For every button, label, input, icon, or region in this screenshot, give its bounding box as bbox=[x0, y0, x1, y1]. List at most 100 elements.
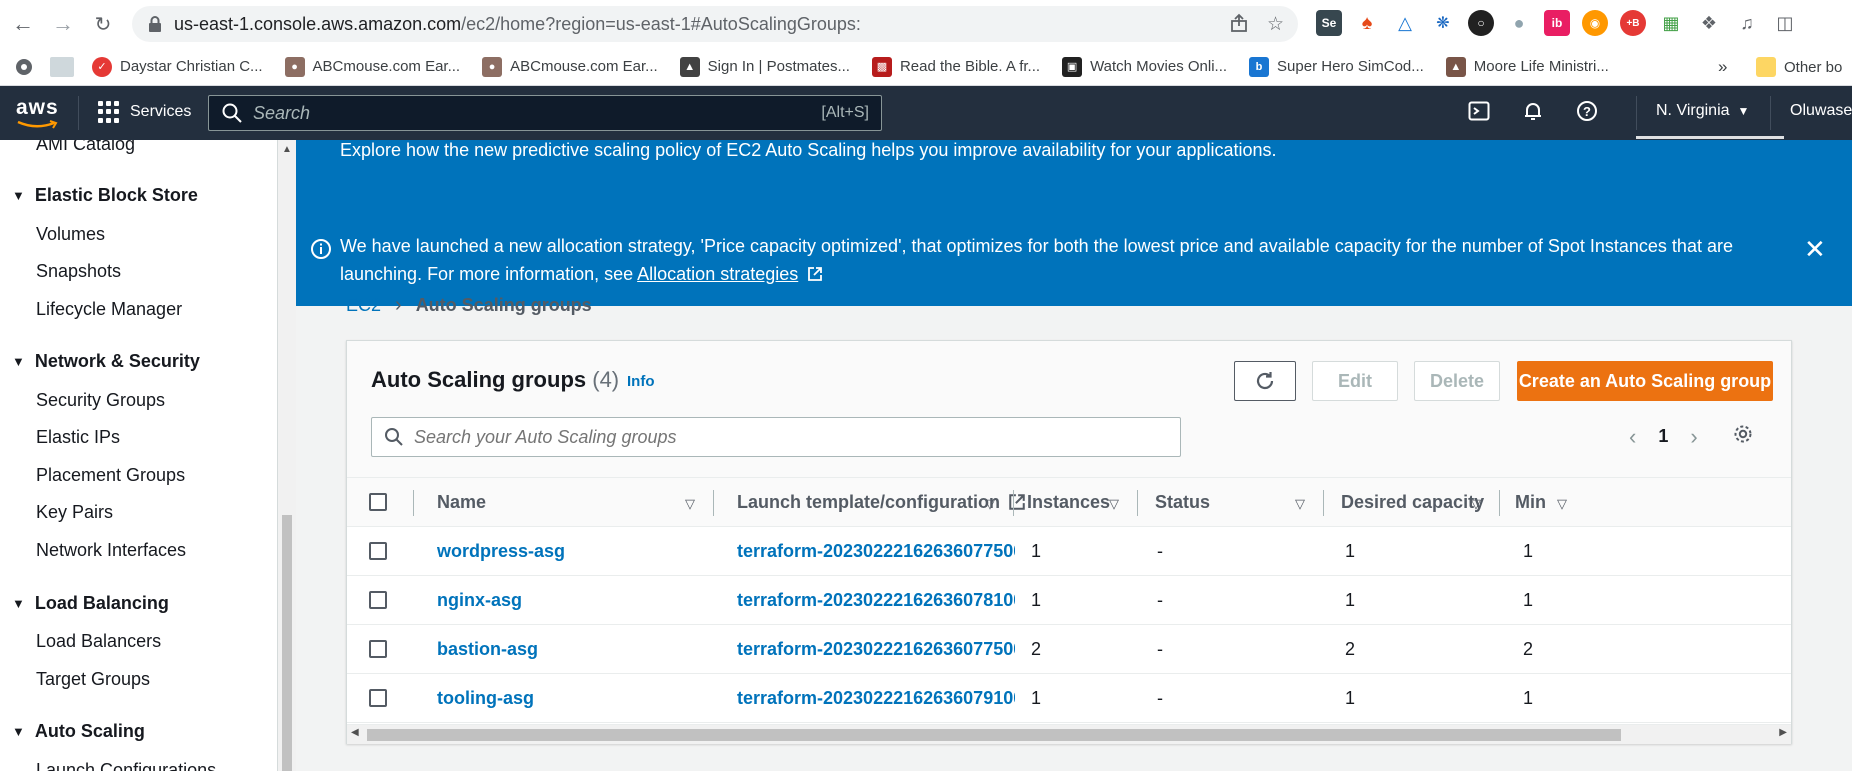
column-header-launch-template[interactable]: Launch template/configuration bbox=[737, 478, 1026, 526]
sidebar-section-auto-scaling[interactable]: ▼ Auto Scaling bbox=[12, 721, 145, 742]
bookmark-item[interactable]: ● ABCmouse.com Ear... bbox=[482, 56, 658, 77]
region-selector[interactable]: N. Virginia ▼ bbox=[1656, 102, 1749, 120]
sidebar-scrollbar[interactable]: ▲ bbox=[278, 140, 296, 771]
other-bookmarks-folder[interactable]: Other bo bbox=[1756, 57, 1842, 77]
create-auto-scaling-group-button[interactable]: Create an Auto Scaling group bbox=[1517, 361, 1773, 401]
aws-logo[interactable]: aws bbox=[16, 96, 60, 130]
b-extension-icon[interactable]: +B bbox=[1620, 10, 1646, 36]
column-header-min[interactable]: Min bbox=[1515, 478, 1546, 526]
close-flash-icon[interactable]: ✕ bbox=[1804, 234, 1826, 265]
sheet-extension-icon[interactable]: ▦ bbox=[1658, 10, 1684, 36]
bookmark-item[interactable]: ▣ Watch Movies Onli... bbox=[1062, 56, 1227, 77]
scroll-left-arrow-icon[interactable]: ◀ bbox=[351, 727, 359, 738]
sidebar-item-load-balancers[interactable]: Load Balancers bbox=[36, 631, 161, 652]
sidebar-item-security-groups[interactable]: Security Groups bbox=[36, 390, 165, 411]
asg-name-link[interactable]: wordpress-asg bbox=[437, 527, 565, 575]
row-checkbox[interactable] bbox=[369, 527, 387, 575]
compass-extension-icon[interactable]: ❋ bbox=[1430, 10, 1456, 36]
launch-template-link[interactable]: terraform-20230222162636077500000001 bbox=[737, 527, 1015, 575]
share-icon[interactable] bbox=[1229, 13, 1249, 39]
lock-icon[interactable] bbox=[146, 15, 164, 33]
aws-search-input[interactable]: Search [Alt+S] bbox=[208, 95, 882, 131]
table-row[interactable]: tooling-asg terraform-202302221626360791… bbox=[347, 674, 1791, 723]
current-page[interactable]: 1 bbox=[1658, 426, 1668, 447]
scroll-up-arrow-icon[interactable]: ▲ bbox=[282, 144, 292, 155]
sidebar-item-lifecycle-manager[interactable]: Lifecycle Manager bbox=[36, 299, 182, 320]
table-row[interactable]: wordpress-asg terraform-2023022216263607… bbox=[347, 527, 1791, 576]
bookmark-item[interactable]: b Super Hero SimCod... bbox=[1249, 56, 1424, 77]
table-horizontal-scrollbar[interactable]: ◀ ▶ bbox=[347, 724, 1791, 744]
allocation-strategies-link[interactable]: Allocation strategies bbox=[637, 264, 798, 284]
elephant-extension-icon[interactable]: ● bbox=[1506, 10, 1532, 36]
sidebar-scroll-thumb[interactable] bbox=[282, 515, 292, 771]
column-divider[interactable] bbox=[1323, 490, 1324, 516]
column-header-name[interactable]: Name bbox=[437, 478, 486, 526]
breadcrumb-ec2-link[interactable]: EC2 bbox=[346, 295, 381, 316]
sidebar-section-load-balancing[interactable]: ▼ Load Balancing bbox=[12, 593, 169, 614]
table-row[interactable]: bastion-asg terraform-202302221626360775… bbox=[347, 625, 1791, 674]
circle-extension-icon[interactable]: ○ bbox=[1468, 10, 1494, 36]
sidebar-item-volumes[interactable]: Volumes bbox=[36, 224, 105, 245]
table-row[interactable]: nginx-asg terraform-20230222162636078100… bbox=[347, 576, 1791, 625]
asg-name-link[interactable]: nginx-asg bbox=[437, 576, 522, 624]
row-checkbox[interactable] bbox=[369, 576, 387, 624]
scroll-right-arrow-icon[interactable]: ▶ bbox=[1779, 727, 1787, 738]
sidebar-item-placement-groups[interactable]: Placement Groups bbox=[36, 465, 185, 486]
sidebar-section-network-security[interactable]: ▼ Network & Security bbox=[12, 351, 200, 372]
column-divider[interactable] bbox=[1499, 490, 1500, 516]
bookmark-item[interactable]: ● ABCmouse.com Ear... bbox=[284, 56, 460, 77]
media-control-icon[interactable]: ♫ bbox=[1734, 10, 1760, 36]
extensions-puzzle-icon[interactable]: ❖ bbox=[1696, 10, 1722, 36]
column-divider[interactable] bbox=[713, 490, 714, 516]
sort-caret-icon[interactable]: ▽ bbox=[685, 496, 695, 512]
row-checkbox[interactable] bbox=[369, 674, 387, 722]
launch-template-link[interactable]: terraform-20230222162636079100000003 bbox=[737, 674, 1015, 722]
chevron-right-icon[interactable]: › bbox=[1690, 424, 1697, 450]
help-icon[interactable]: ? bbox=[1576, 100, 1598, 127]
table-scroll-thumb[interactable] bbox=[367, 729, 1621, 741]
sidebar-item-ami-catalog[interactable]: AMI Catalog bbox=[36, 140, 135, 155]
column-divider[interactable] bbox=[1137, 490, 1138, 516]
row-checkbox[interactable] bbox=[369, 625, 387, 673]
sort-caret-icon[interactable]: ▽ bbox=[1557, 496, 1567, 512]
sort-caret-icon[interactable]: ▽ bbox=[1295, 496, 1305, 512]
column-divider[interactable] bbox=[1013, 490, 1014, 516]
asg-search-input[interactable] bbox=[414, 426, 1174, 448]
gear-icon[interactable] bbox=[1732, 423, 1754, 450]
triangle-extension-icon[interactable]: △ bbox=[1392, 10, 1418, 36]
sidebar-item-launch-configurations[interactable]: Launch Configurations bbox=[36, 760, 216, 771]
sort-caret-icon[interactable]: ▽ bbox=[985, 496, 995, 512]
bookmark-item[interactable]: ▲ Sign In | Postmates... bbox=[679, 56, 850, 77]
lighthouse-extension-icon[interactable]: ♠ bbox=[1354, 10, 1380, 36]
chevron-left-icon[interactable]: ‹ bbox=[1629, 424, 1636, 450]
column-header-status[interactable]: Status bbox=[1155, 478, 1210, 526]
forward-icon[interactable]: → bbox=[48, 9, 78, 39]
info-link[interactable]: Info bbox=[627, 373, 655, 390]
notifications-bell-icon[interactable] bbox=[1522, 100, 1544, 127]
bookmark-star-icon[interactable]: ☆ bbox=[1267, 13, 1284, 39]
sort-caret-icon[interactable]: ▽ bbox=[1471, 496, 1481, 512]
sidebar-item-target-groups[interactable]: Target Groups bbox=[36, 669, 150, 690]
reading-list-icon[interactable] bbox=[50, 56, 74, 77]
edit-button[interactable]: Edit bbox=[1312, 361, 1398, 401]
column-header-desired-capacity[interactable]: Desired capacity bbox=[1341, 478, 1484, 526]
delete-button[interactable]: Delete bbox=[1414, 361, 1500, 401]
address-bar[interactable]: us-east-1.console.aws.amazon.com/ec2/hom… bbox=[132, 6, 1298, 42]
reload-icon[interactable]: ↻ bbox=[88, 9, 118, 39]
sidebar-section-elastic-block-store[interactable]: ▼ Elastic Block Store bbox=[12, 185, 198, 206]
asg-name-link[interactable]: tooling-asg bbox=[437, 674, 534, 722]
speed-extension-icon[interactable]: ◉ bbox=[1582, 10, 1608, 36]
sidebar-item-key-pairs[interactable]: Key Pairs bbox=[36, 502, 113, 523]
select-all-checkbox[interactable] bbox=[369, 478, 387, 526]
side-panel-icon[interactable]: ◫ bbox=[1772, 10, 1798, 36]
cloudshell-icon[interactable] bbox=[1468, 100, 1490, 127]
back-icon[interactable]: ← bbox=[8, 9, 38, 39]
sort-caret-icon[interactable]: ▽ bbox=[1109, 496, 1119, 512]
asg-name-link[interactable]: bastion-asg bbox=[437, 625, 538, 673]
apps-icon[interactable] bbox=[12, 55, 36, 79]
refresh-button[interactable] bbox=[1234, 361, 1296, 401]
account-menu[interactable]: Oluwase bbox=[1790, 102, 1852, 120]
sidebar-item-network-interfaces[interactable]: Network Interfaces bbox=[36, 540, 186, 561]
selenium-extension-icon[interactable]: Se bbox=[1316, 10, 1342, 36]
bookmark-item[interactable]: ▩ Read the Bible. A fr... bbox=[871, 56, 1040, 77]
